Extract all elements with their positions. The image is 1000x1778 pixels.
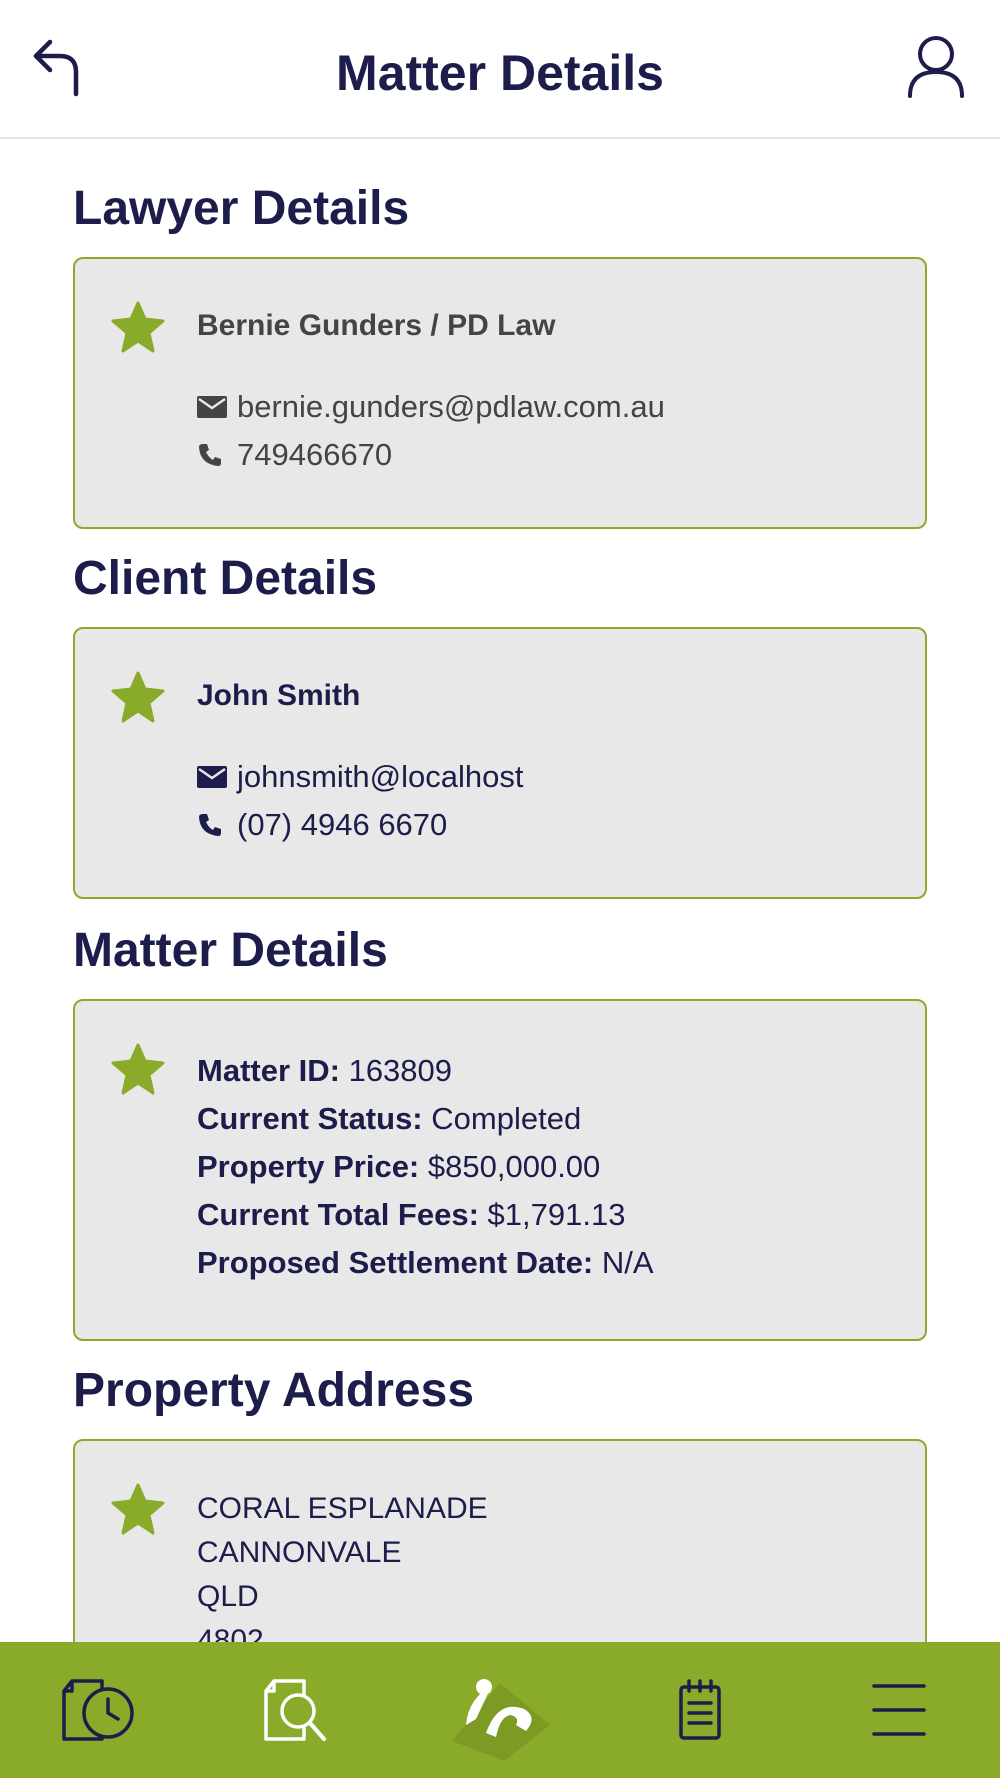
- proposed-settlement-date-row: Proposed Settlement Date: N/A: [197, 1239, 654, 1287]
- matter-section-title: Matter Details: [73, 924, 388, 977]
- lawyer-phone-row[interactable]: 749466670: [197, 431, 665, 479]
- property-address: CORAL ESPLANADE CANNONVALE QLD 4802: [197, 1487, 488, 1642]
- detail-value: 163809: [348, 1053, 453, 1088]
- detail-label: Proposed Settlement Date:: [197, 1245, 594, 1280]
- lawyer-name: Bernie Gunders / PD Law: [197, 309, 556, 342]
- lawyer-info: Bernie Gunders / PD Law bernie.gunders@p…: [197, 309, 665, 479]
- client-phone-row[interactable]: (07) 4946 6670: [197, 801, 524, 849]
- detail-value: $850,000.00: [427, 1149, 601, 1184]
- detail-value: $1,791.13: [487, 1197, 626, 1232]
- current-status-row: Current Status: Completed: [197, 1095, 654, 1143]
- notepad-icon[interactable]: [678, 1642, 722, 1778]
- detail-value: N/A: [601, 1245, 654, 1280]
- address-postcode: 4802: [197, 1624, 264, 1642]
- user-icon[interactable]: [906, 34, 966, 100]
- phone-icon: [197, 810, 233, 840]
- page-title: Matter Details: [336, 45, 664, 101]
- detail-label: Current Total Fees:: [197, 1197, 479, 1232]
- app-header: Matter Details: [0, 0, 1000, 139]
- detail-value: Completed: [431, 1101, 582, 1136]
- mail-icon: [197, 762, 233, 792]
- detail-label: Property Price:: [197, 1149, 420, 1184]
- lawyer-card: Bernie Gunders / PD Law bernie.gunders@p…: [73, 257, 927, 529]
- property-section-title: Property Address: [73, 1364, 475, 1417]
- client-phone: (07) 4946 6670: [237, 807, 448, 842]
- search-document-icon[interactable]: [262, 1642, 332, 1778]
- property-card: CORAL ESPLANADE CANNONVALE QLD 4802: [73, 1439, 927, 1642]
- detail-label: Matter ID:: [197, 1053, 340, 1088]
- star-icon[interactable]: [111, 1043, 165, 1095]
- content-area[interactable]: Lawyer Details Bernie Gunders / PD Law b…: [0, 141, 1000, 1642]
- detail-label: Current Status:: [197, 1101, 423, 1136]
- history-document-icon[interactable]: [58, 1642, 138, 1778]
- client-email-row[interactable]: johnsmith@localhost: [197, 753, 524, 801]
- address-suburb: CANNONVALE: [197, 1536, 402, 1569]
- matter-card: Matter ID: 163809 Current Status: Comple…: [73, 999, 927, 1341]
- menu-icon[interactable]: [872, 1642, 926, 1778]
- bottom-nav: [0, 1642, 1000, 1778]
- client-name: John Smith: [197, 679, 361, 712]
- star-icon[interactable]: [111, 671, 165, 723]
- client-email: johnsmith@localhost: [237, 759, 524, 794]
- phone-icon: [197, 440, 233, 470]
- address-state: QLD: [197, 1580, 259, 1613]
- mail-icon: [197, 392, 233, 422]
- star-icon[interactable]: [111, 301, 165, 353]
- matter-info: Matter ID: 163809 Current Status: Comple…: [197, 1047, 654, 1287]
- client-info: John Smith johnsmith@localhost (07) 4946…: [197, 679, 524, 849]
- property-price-row: Property Price: $850,000.00: [197, 1143, 654, 1191]
- client-card: John Smith johnsmith@localhost (07) 4946…: [73, 627, 927, 899]
- logo-home-icon[interactable]: [446, 1642, 554, 1778]
- lawyer-phone: 749466670: [237, 437, 393, 472]
- current-total-fees-row: Current Total Fees: $1,791.13: [197, 1191, 654, 1239]
- star-icon[interactable]: [111, 1483, 165, 1535]
- lawyer-email-row[interactable]: bernie.gunders@pdlaw.com.au: [197, 383, 665, 431]
- matter-id-row: Matter ID: 163809: [197, 1047, 654, 1095]
- lawyer-email: bernie.gunders@pdlaw.com.au: [237, 389, 665, 424]
- lawyer-section-title: Lawyer Details: [73, 182, 410, 235]
- address-street: CORAL ESPLANADE: [197, 1492, 488, 1525]
- client-section-title: Client Details: [73, 552, 378, 605]
